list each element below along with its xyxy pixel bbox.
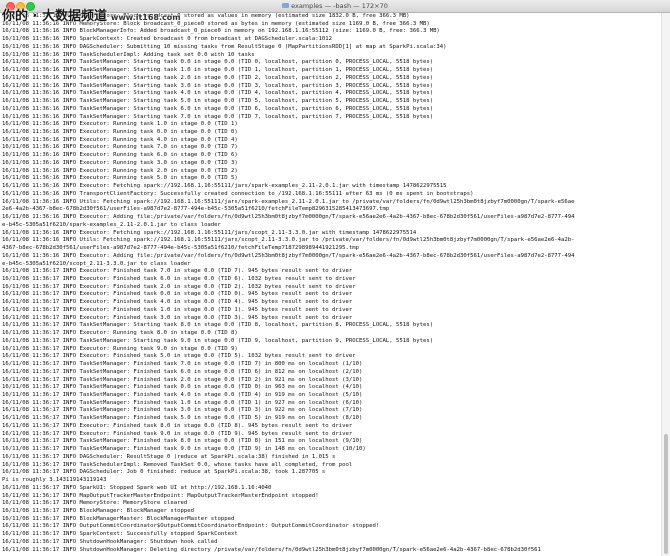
watermark-site: www.it168.com — [111, 13, 181, 22]
log-line: 16/11/08 11:36:16 INFO TaskSetManager: S… — [2, 98, 434, 105]
log-line: e-b45c-5305a51f6210/scopt_2.11-3.3.0.jar… — [2, 260, 191, 267]
log-line: 16/11/08 11:36:16 INFO TaskSetManager: S… — [2, 105, 434, 112]
log-line: 16/11/08 11:36:17 INFO TaskSetManager: F… — [2, 407, 363, 414]
folder-icon — [282, 2, 290, 8]
log-line: 16/11/08 11:36:16 INFO TaskSetManager: S… — [2, 90, 434, 97]
log-line: 16/11/08 11:36:17 INFO Executor: Finishe… — [2, 275, 356, 282]
watermark-text: 你的 · 大数据频道 — [2, 9, 107, 24]
log-line: 16/11/08 11:36:17 INFO BlockManagerMaste… — [2, 515, 235, 522]
scrollbar-thumb[interactable] — [664, 434, 668, 554]
log-line: 16/11/08 11:36:17 INFO TaskSetManager: S… — [2, 337, 434, 344]
log-line: 16/11/08 11:36:17 INFO TaskSetManager: F… — [2, 399, 363, 406]
log-line: 16/11/08 11:36:17 INFO ShutdownHookManag… — [2, 546, 541, 553]
log-line: 16/11/08 11:36:17 INFO Executor: Finishe… — [2, 268, 353, 275]
terminal-window: examples — -bash — 172×70 你的 · 大数据频道 www.… — [0, 0, 670, 556]
log-line: 16/11/08 11:36:16 INFO Executor: Running… — [2, 159, 238, 166]
log-line: 16/11/08 11:36:16 INFO TaskSetManager: S… — [2, 82, 434, 89]
log-line: 16/11/08 11:36:17 INFO Executor: Finishe… — [2, 283, 356, 290]
log-line: 16/11/08 11:36:17 INFO TaskSchedulerImpl… — [2, 461, 353, 468]
log-line: 16/11/08 11:36:16 INFO TaskSetManager: S… — [2, 74, 434, 81]
log-line: 16/11/08 11:36:17 INFO MemoryStore: Memo… — [2, 500, 188, 507]
log-line: 16/11/08 11:36:17 INFO TaskSetManager: S… — [2, 322, 434, 329]
log-line: 16/11/08 11:36:16 INFO Executor: Running… — [2, 136, 238, 143]
log-line: 16/11/08 11:36:17 INFO TaskSetManager: F… — [2, 415, 363, 422]
log-line: 16/11/08 11:36:16 INFO Executor: Running… — [2, 175, 238, 182]
log-line: 16/11/08 11:36:17 INFO TaskSetManager: F… — [2, 438, 363, 445]
vertical-scrollbar[interactable] — [661, 13, 670, 556]
log-line: 16/11/08 11:36:17 INFO MapOutputTrackerM… — [2, 492, 319, 499]
log-line: 16/11/08 11:36:17 INFO TaskSetManager: F… — [2, 361, 363, 368]
log-line: 16/11/08 11:36:17 INFO TaskSetManager: F… — [2, 391, 363, 398]
log-line: 16/11/08 11:36:16 INFO Executor: Adding … — [2, 214, 575, 221]
log-line: 4367-b8ec-678b2d30f561/userFiles-a987d7e… — [2, 245, 359, 252]
log-line: 16/11/08 11:36:17 INFO Executor: Finishe… — [2, 422, 353, 429]
terminal-output[interactable]: 16/11/08 11:36:16 INFO MemoryStore: Bloc… — [2, 13, 658, 556]
log-line: 16/11/08 11:36:16 INFO Utils: Fetching s… — [2, 237, 575, 244]
log-line: 16/11/08 11:36:16 INFO TaskSchedulerImpl… — [2, 51, 255, 58]
log-line: e-b45c-5305a51f6210/spark-examples_2.11-… — [2, 221, 221, 228]
log-line: 16/11/08 11:36:17 INFO Executor: Finishe… — [2, 291, 353, 298]
log-line: 16/11/08 11:36:17 INFO BlockManager: Blo… — [2, 508, 194, 514]
log-line: 16/11/08 11:36:16 INFO Executor: Running… — [2, 121, 238, 128]
log-line: 16/11/08 11:36:16 INFO Executor: Running… — [2, 167, 238, 174]
log-line: 16/11/08 11:36:17 INFO TaskSetManager: F… — [2, 384, 363, 391]
log-line: 16/11/08 11:36:17 INFO Executor: Running… — [2, 330, 238, 337]
log-line: 16/11/08 11:36:16 INFO Executor: Fetchin… — [2, 229, 417, 236]
log-lines: 16/11/08 11:36:16 INFO MemoryStore: Bloc… — [2, 13, 658, 554]
log-line: 16/11/08 11:36:17 INFO Executor: Finishe… — [2, 353, 356, 360]
log-line: 2e6-4a2b-4367-b8ec-678b2d30f561/userFile… — [2, 206, 390, 213]
log-line: 16/11/08 11:36:17 INFO Executor: Finishe… — [2, 430, 353, 437]
log-line: 16/11/08 11:36:17 INFO Executor: Finishe… — [2, 306, 353, 313]
log-line: 16/11/08 11:36:16 INFO TaskSetManager: S… — [2, 113, 434, 120]
log-line: 16/11/08 11:36:17 INFO Executor: Finishe… — [2, 314, 353, 321]
window-title-text: examples — -bash — 172×70 — [291, 2, 388, 10]
log-line: 16/11/08 11:36:17 INFO Executor: Running… — [2, 345, 238, 352]
log-line: 16/11/08 11:36:16 INFO Executor: Adding … — [2, 252, 575, 259]
log-line: 16/11/08 11:36:16 INFO TransportClientFa… — [2, 190, 474, 197]
watermark-logo: 你的 · 大数据频道 www.it168.com — [2, 5, 181, 24]
log-line: 16/11/08 11:36:16 INFO BlockManagerInfo:… — [2, 28, 440, 35]
log-line: 16/11/08 11:36:17 INFO SparkUI: Stopped … — [2, 484, 272, 491]
log-line: Pi is roughly 3.143119143119143 — [2, 477, 107, 484]
log-line: 16/11/08 11:36:17 INFO ShutdownHookManag… — [2, 538, 218, 545]
log-line: 16/11/08 11:36:16 INFO Executor: Fetchin… — [2, 183, 447, 190]
log-line: 16/11/08 11:36:17 INFO DAGScheduler: Res… — [2, 453, 336, 460]
log-line: 16/11/08 11:36:17 INFO DAGScheduler: Job… — [2, 469, 326, 476]
log-line: 16/11/08 11:36:16 INFO SparkContext: Cre… — [2, 36, 333, 43]
log-line: 16/11/08 11:36:16 INFO DAGScheduler: Sub… — [2, 43, 447, 50]
log-line: 16/11/08 11:36:16 INFO Executor: Running… — [2, 129, 238, 136]
log-line: 16/11/08 11:36:16 INFO TaskSetManager: S… — [2, 59, 434, 66]
log-line: 16/11/08 11:36:17 INFO TaskSetManager: F… — [2, 376, 363, 383]
log-line: 16/11/08 11:36:17 INFO SparkContext: Suc… — [2, 531, 238, 538]
log-line: 16/11/08 11:36:16 INFO Utils: Fetching s… — [2, 198, 575, 205]
log-line: 16/11/08 11:36:16 INFO Executor: Running… — [2, 152, 238, 159]
log-line: 16/11/08 11:36:16 INFO Executor: Running… — [2, 144, 238, 151]
log-line: 16/11/08 11:36:17 INFO TaskSetManager: F… — [2, 446, 366, 453]
log-line: 16/11/08 11:36:17 INFO OutputCommitCoord… — [2, 523, 380, 530]
log-line: 16/11/08 11:36:16 INFO TaskSetManager: S… — [2, 67, 434, 74]
log-line: 16/11/08 11:36:17 INFO TaskSetManager: F… — [2, 368, 363, 375]
log-line: 16/11/08 11:36:17 INFO Executor: Finishe… — [2, 299, 353, 306]
